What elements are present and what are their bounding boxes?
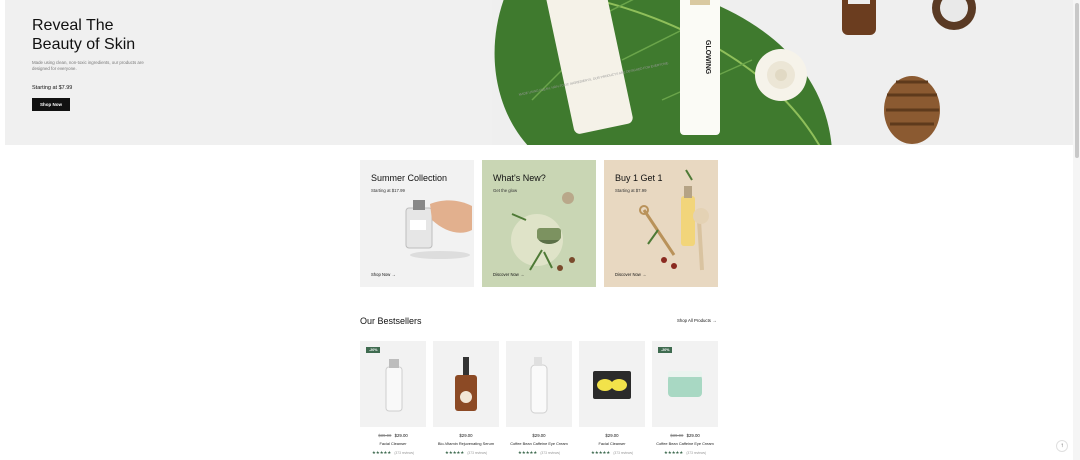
star-icons: ★★★★★ (444, 450, 465, 455)
discover-now-link[interactable]: Discover Now → (615, 272, 646, 277)
card-subtitle: Starting at $17.99 (371, 188, 405, 193)
card-subtitle: Get the glow (493, 188, 518, 193)
card-subtitle: Starting at $7.99 (615, 188, 647, 193)
discount-badge: -20% (366, 347, 381, 353)
product-name[interactable]: Facial Cleanser (579, 441, 645, 446)
review-count: (373 reviews) (613, 451, 634, 455)
current-price: $29.00 (459, 433, 473, 438)
product-card[interactable]: -20% $39.00 $29.00 Coffee Bean Caffeine … (652, 341, 718, 456)
scrollbar-thumb[interactable] (1075, 3, 1079, 158)
collection-card-whats-new[interactable]: What's New? Get the glow Discover Now → (482, 160, 596, 287)
rating: ★★★★★ (373 reviews) (433, 450, 499, 456)
discover-now-link[interactable]: Discover Now → (493, 272, 524, 277)
current-price: $29.00 (394, 433, 408, 438)
review-count: (373 reviews) (467, 451, 488, 455)
star-icons: ★★★★★ (590, 450, 611, 455)
product-price: $39.00 $29.00 (360, 433, 426, 438)
card-title: Summer Collection (371, 173, 448, 183)
hero-title-line1: Reveal The (32, 17, 114, 34)
product-card[interactable]: $29.00 Bio-Vitamin Rejuvenating Serum ★★… (433, 341, 499, 456)
product-name[interactable]: Coffee Bean Caffeine Eye Cream (652, 441, 718, 446)
shop-now-button[interactable]: Shop Now (32, 98, 70, 111)
product-name[interactable]: Facial Cleanser (360, 441, 426, 446)
review-count: (373 reviews) (686, 451, 707, 455)
product-name[interactable]: Bio-Vitamin Rejuvenating Serum (433, 441, 499, 446)
rating: ★★★★★ (373 reviews) (506, 450, 572, 456)
hero-subtitle: Made using clean, non-toxic ingredients,… (32, 60, 144, 71)
bestsellers-title: Our Bestsellers (360, 316, 422, 326)
product-image[interactable] (433, 341, 499, 427)
product-image[interactable]: -20% (360, 341, 426, 427)
rating: ★★★★★ (373 reviews) (360, 450, 426, 456)
collection-card-summer[interactable]: Summer Collection Starting at $17.99 Sho… (360, 160, 474, 287)
hero-title: Reveal The Beauty of Skin (32, 16, 172, 54)
card-title: Buy 1 Get 1 (615, 173, 663, 183)
current-price: $29.00 (605, 433, 619, 438)
shop-now-link[interactable]: Shop Now → (371, 272, 396, 277)
old-price: $39.00 (378, 433, 392, 438)
product-card[interactable]: $29.00 Coffee Bean Caffeine Eye Cream ★★… (506, 341, 572, 456)
product-image[interactable]: -20% (652, 341, 718, 427)
arrow-up-icon: ↑ (1060, 443, 1064, 449)
back-to-top-button[interactable]: ↑ (1056, 440, 1068, 452)
discount-badge: -20% (658, 347, 673, 353)
hero-title-line2: Beauty of Skin (32, 36, 136, 53)
product-image[interactable] (506, 341, 572, 427)
rating: ★★★★★ (373 reviews) (652, 450, 718, 456)
card-title: What's New? (493, 173, 546, 183)
hero-price: Starting at $7.99 (32, 85, 73, 91)
shop-all-products-link[interactable]: Shop All Products → (677, 318, 716, 323)
current-price: $29.00 (686, 433, 700, 438)
hero-product-image: MADE USING CLEAN, NON-TOXIC INGREDIENTS,… (492, 0, 1073, 145)
star-icons: ★★★★★ (371, 450, 392, 455)
product-card[interactable]: $29.00 Facial Cleanser ★★★★★ (373 review… (579, 341, 645, 456)
glowing-label: GLOWING (704, 40, 711, 75)
review-count: (373 reviews) (540, 451, 561, 455)
collection-card-bogo[interactable]: Buy 1 Get 1 Starting at $7.99 Discover N… (604, 160, 718, 287)
product-name[interactable]: Coffee Bean Caffeine Eye Cream (506, 441, 572, 446)
product-price: $39.00 $29.00 (652, 433, 718, 438)
star-icons: ★★★★★ (517, 450, 538, 455)
current-price: $29.00 (532, 433, 546, 438)
product-price: $29.00 (579, 433, 645, 438)
review-count: (373 reviews) (394, 451, 415, 455)
product-price: $29.00 (433, 433, 499, 438)
old-price: $39.00 (670, 433, 684, 438)
rating: ★★★★★ (373 reviews) (579, 450, 645, 456)
hero-banner: Reveal The Beauty of Skin Made using cle… (5, 0, 1073, 145)
product-price: $29.00 (506, 433, 572, 438)
product-image[interactable] (579, 341, 645, 427)
page-scrollbar[interactable] (1073, 0, 1080, 460)
star-icons: ★★★★★ (663, 450, 684, 455)
product-card[interactable]: -20% $39.00 $29.00 Facial Cleanser ★★★★★… (360, 341, 426, 456)
